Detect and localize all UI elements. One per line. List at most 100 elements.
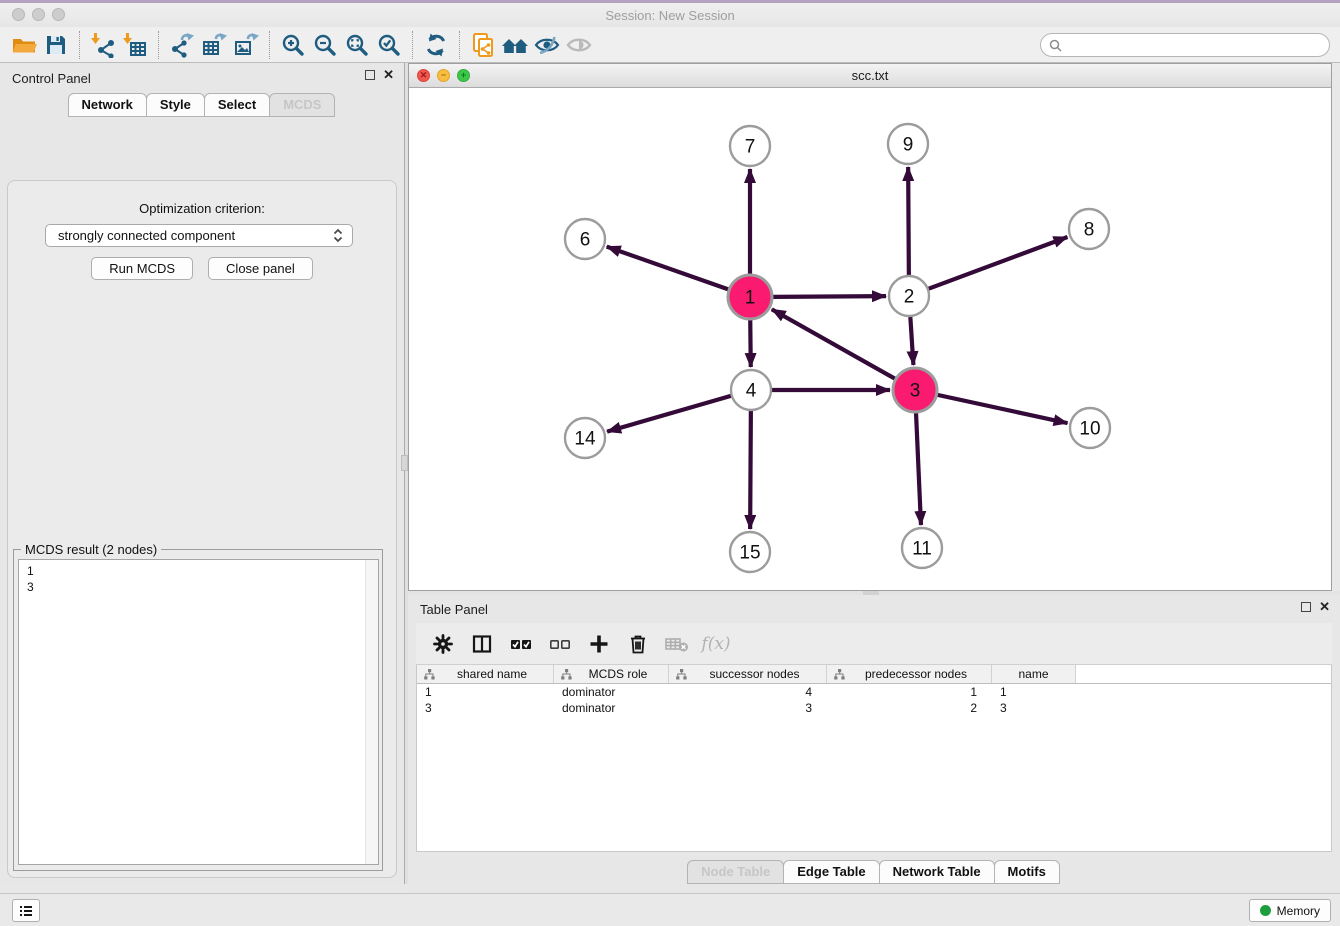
deselect-all-columns-icon[interactable] [545,629,575,659]
float-panel-icon[interactable] [365,70,375,80]
delete-columns-icon[interactable] [623,629,653,659]
attribute-type-icon [676,669,687,680]
edge-2-8[interactable] [929,237,1068,289]
tab-network[interactable]: Network [68,93,147,117]
edge-4-15[interactable] [750,411,751,529]
tab-edge-table[interactable]: Edge Table [783,860,879,884]
import-network-icon[interactable] [87,30,119,60]
zoom-selected-icon[interactable] [373,30,405,60]
zoom-in-icon[interactable] [277,30,309,60]
close-panel-icon[interactable]: ✕ [383,70,394,80]
edge-2-3[interactable] [910,317,913,365]
export-network-icon[interactable] [166,30,198,60]
svg-text:7: 7 [745,137,756,158]
table-row[interactable]: 3 dominator 3 2 3 [417,700,1331,716]
list-icon [18,903,34,919]
save-session-icon[interactable] [40,30,72,60]
node-3[interactable]: 3 [893,368,937,412]
splitter-grip[interactable] [401,455,408,471]
node-9[interactable]: 9 [888,124,928,164]
cell-mcds-role: dominator [554,701,669,715]
column-visibility-icon[interactable] [467,629,497,659]
column-header-mcds-role[interactable]: MCDS role [554,665,669,683]
mcds-result-list[interactable]: 1 3 [18,559,379,865]
table-toolbar: f(x) [416,623,1332,665]
node-6[interactable]: 6 [565,219,605,259]
toolbar-separator [412,31,413,59]
open-session-icon[interactable] [8,30,40,60]
add-column-icon[interactable] [584,629,614,659]
function-builder-icon[interactable]: f(x) [701,629,731,659]
window-zoom-button[interactable] [52,8,65,21]
table-row[interactable]: 1 dominator 4 1 1 [417,684,1331,700]
tab-select[interactable]: Select [204,93,270,117]
select-all-columns-icon[interactable] [506,629,536,659]
window-minimize-button[interactable] [32,8,45,21]
cell-successor-nodes: 3 [669,701,827,715]
tab-network-table[interactable]: Network Table [879,860,995,884]
node-10[interactable]: 10 [1070,408,1110,448]
svg-text:6: 6 [580,230,591,251]
node-11[interactable]: 11 [902,528,942,568]
window-close-button[interactable] [12,8,25,21]
mcds-result-title: MCDS result (2 nodes) [21,542,161,557]
float-panel-icon[interactable] [1301,602,1311,612]
edge-3-10[interactable] [937,395,1067,423]
cell-predecessor-nodes: 2 [827,701,992,715]
column-header-name[interactable]: name [992,665,1076,683]
zoom-fit-icon[interactable] [341,30,373,60]
network-title: scc.txt [409,68,1331,83]
node-8[interactable]: 8 [1069,209,1109,249]
edge-3-1[interactable] [772,309,895,378]
first-neighbors-icon[interactable] [499,30,531,60]
search-input[interactable] [1067,38,1321,52]
edge-1-4[interactable] [750,320,751,367]
edge-4-14[interactable] [607,396,731,432]
edge-3-11[interactable] [916,413,921,525]
node-2[interactable]: 2 [889,276,929,316]
node-14[interactable]: 14 [565,418,605,458]
search-box[interactable] [1040,33,1330,57]
close-panel-icon[interactable]: ✕ [1319,602,1330,612]
column-header-successor-nodes[interactable]: successor nodes [669,665,827,683]
hide-selected-icon[interactable] [531,30,563,60]
cell-mcds-role: dominator [554,685,669,699]
table-settings-icon[interactable] [428,629,458,659]
export-image-icon[interactable] [230,30,262,60]
criterion-select[interactable]: strongly connected component [45,224,353,247]
run-mcds-button[interactable]: Run MCDS [91,257,193,280]
frame-close-button[interactable]: ✕ [417,69,430,82]
edge-1-2[interactable] [773,296,886,297]
column-header-shared-name[interactable]: shared name [417,665,554,683]
edge-2-9[interactable] [908,167,909,275]
new-network-from-selection-icon[interactable] [467,30,499,60]
frame-minimize-button[interactable]: − [437,69,450,82]
list-item[interactable]: 1 [19,563,378,579]
result-scrollbar[interactable] [365,560,378,864]
frame-maximize-button[interactable]: + [457,69,470,82]
memory-button[interactable]: Memory [1249,899,1331,922]
node-7[interactable]: 7 [730,126,770,166]
node-15[interactable]: 15 [730,532,770,572]
task-history-button[interactable] [12,899,40,922]
tab-motifs[interactable]: Motifs [994,860,1060,884]
show-all-icon[interactable] [563,30,595,60]
close-panel-button[interactable]: Close panel [208,257,313,280]
import-table-icon[interactable] [119,30,151,60]
node-1[interactable]: 1 [728,275,772,319]
cell-name: 1 [992,685,1076,699]
list-item[interactable]: 3 [19,579,378,595]
export-table-icon[interactable] [198,30,230,60]
svg-text:15: 15 [739,543,760,564]
node-4[interactable]: 4 [731,370,771,410]
tab-node-table[interactable]: Node Table [687,860,784,884]
tab-style[interactable]: Style [146,93,205,117]
svg-text:3: 3 [910,381,921,402]
delete-table-icon[interactable] [662,629,692,659]
tab-mcds[interactable]: MCDS [269,93,335,117]
refresh-icon[interactable] [420,30,452,60]
zoom-out-icon[interactable] [309,30,341,60]
column-header-predecessor-nodes[interactable]: predecessor nodes [827,665,992,683]
network-canvas[interactable]: 7 9 6 8 1 2 4 3 14 10 15 11 [409,88,1331,590]
edge-1-6[interactable] [607,247,729,290]
